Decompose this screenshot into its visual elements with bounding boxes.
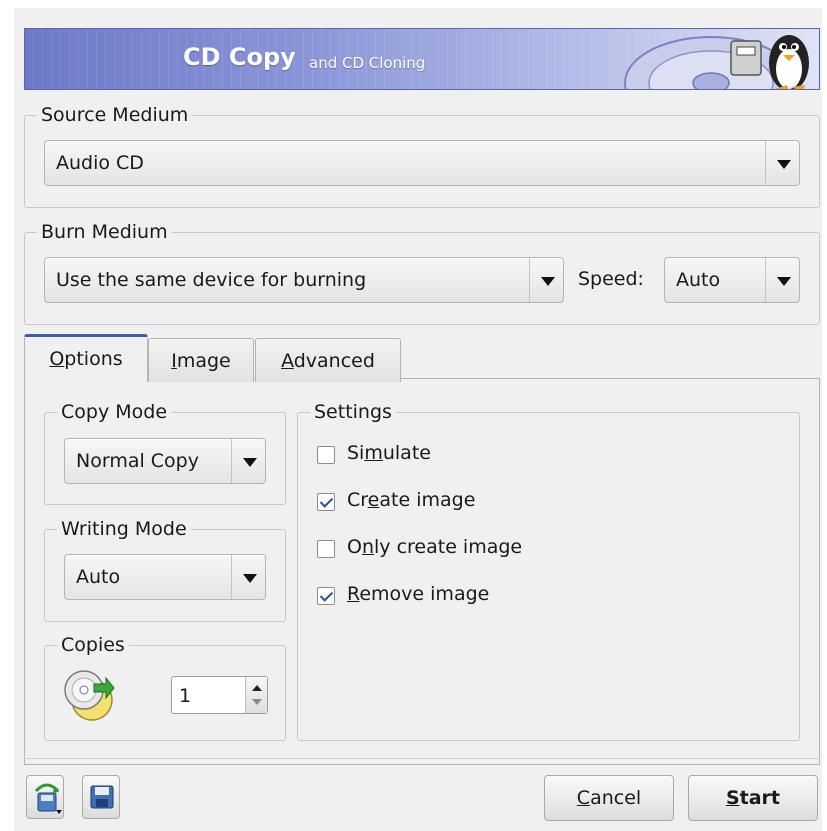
speed-label: Speed: — [578, 268, 644, 290]
header-subtitle: and CD Cloning — [309, 54, 426, 72]
chevron-down-icon — [541, 277, 555, 286]
divider — [24, 758, 820, 759]
tab-image[interactable]: Image — [148, 338, 254, 382]
load-settings-icon — [34, 783, 62, 814]
k3b-mascot-icon — [624, 35, 809, 89]
simulate-checkbox[interactable] — [317, 446, 335, 464]
burn-medium-select[interactable]: Use the same device for burning — [44, 257, 564, 303]
load-settings-button[interactable] — [26, 775, 64, 819]
settings-label: Settings — [310, 400, 396, 424]
speed-select[interactable]: Auto — [664, 257, 800, 303]
writing-mode-value: Auto — [76, 566, 121, 588]
copies-spinbox[interactable]: 1 — [171, 676, 268, 714]
chevron-down-icon — [777, 160, 791, 169]
burn-medium-label: Burn Medium — [37, 220, 172, 244]
create-image-checkbox[interactable] — [317, 493, 335, 511]
source-medium-label: Source Medium — [37, 103, 193, 127]
only-create-image-checkbox[interactable] — [317, 540, 335, 558]
tab-options[interactable]: Options — [24, 334, 148, 382]
source-medium-value: Audio CD — [56, 152, 144, 174]
writing-mode-select[interactable]: Auto — [64, 554, 266, 600]
save-icon — [90, 785, 114, 809]
copy-mode-label: Copy Mode — [57, 400, 172, 424]
source-medium-select[interactable]: Audio CD — [44, 140, 800, 186]
remove-image-checkbox[interactable] — [317, 587, 335, 605]
spin-down-icon[interactable] — [252, 699, 262, 705]
burn-medium-value: Use the same device for burning — [56, 269, 367, 291]
copies-value: 1 — [179, 685, 192, 707]
cancel-button[interactable]: Cancel — [544, 775, 674, 821]
save-settings-button[interactable] — [82, 775, 120, 819]
speed-value: Auto — [676, 269, 721, 291]
copies-label: Copies — [57, 633, 129, 657]
chevron-down-icon — [243, 458, 257, 467]
header-banner: CD Copy and CD Cloning — [24, 28, 820, 90]
cd-copies-icon — [64, 670, 115, 721]
writing-mode-label: Writing Mode — [57, 517, 191, 541]
start-button[interactable]: Start — [688, 775, 818, 821]
spin-up-icon[interactable] — [252, 685, 262, 691]
copy-mode-select[interactable]: Normal Copy — [64, 438, 266, 484]
header-title: CD Copy — [183, 43, 296, 71]
tab-advanced[interactable]: Advanced — [255, 338, 401, 382]
chevron-down-icon — [777, 277, 791, 286]
copy-mode-value: Normal Copy — [76, 450, 199, 472]
chevron-down-icon — [243, 574, 257, 583]
